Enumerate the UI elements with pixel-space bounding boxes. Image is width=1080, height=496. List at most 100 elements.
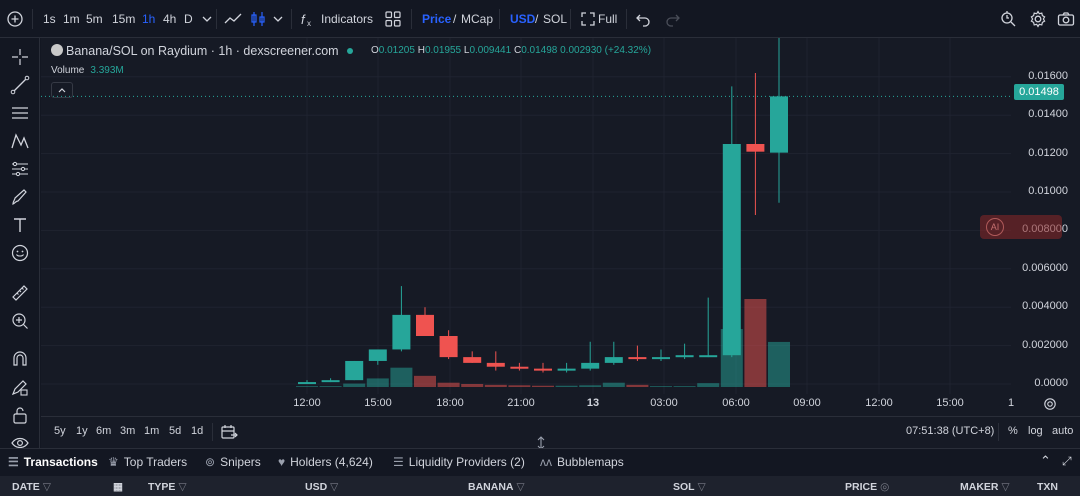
column-date[interactable]: DATE ▽: [12, 481, 51, 493]
candles-icon[interactable]: [248, 9, 268, 29]
crosshair-icon[interactable]: [9, 46, 31, 68]
text-tool-icon[interactable]: [9, 214, 31, 236]
chart-area[interactable]: Banana/SOL on Raydium · 1h · dexscreener…: [41, 38, 1080, 448]
timeframe-5m[interactable]: 5m: [86, 12, 103, 26]
chevron-down-icon[interactable]: [197, 9, 217, 29]
svg-text:f: f: [301, 12, 306, 27]
price-tick-label: 0.006000: [1022, 261, 1068, 274]
trend-line-icon[interactable]: [9, 74, 31, 96]
timeframe-D[interactable]: D: [184, 12, 193, 26]
token-logo-icon: [51, 44, 63, 56]
ruler-icon[interactable]: [9, 282, 31, 304]
range-5y[interactable]: 5y: [54, 425, 66, 437]
auto-scale-toggle[interactable]: auto: [1052, 425, 1073, 437]
candle-body: [746, 144, 765, 152]
range-5d[interactable]: 5d: [169, 425, 181, 437]
timeframe-1s[interactable]: 1s: [43, 12, 56, 26]
range-3m[interactable]: 3m: [120, 425, 135, 437]
price-chart[interactable]: [41, 38, 1080, 394]
toggle-slash: /: [453, 12, 457, 26]
add-symbol-icon[interactable]: [5, 9, 25, 29]
divider: [212, 423, 213, 441]
horizontal-lines-icon[interactable]: [9, 102, 31, 124]
tab-top-traders[interactable]: ♛ Top Traders: [108, 455, 187, 469]
column-banana[interactable]: BANANA ▽: [468, 481, 525, 493]
timeframe-1m[interactable]: 1m: [63, 12, 80, 26]
templates-icon[interactable]: [383, 9, 403, 29]
range-6m[interactable]: 6m: [96, 425, 111, 437]
column-label: TYPE: [148, 481, 176, 493]
usd-toggle[interactable]: USD: [510, 12, 535, 26]
sol-toggle[interactable]: SOL: [543, 12, 567, 26]
projection-icon[interactable]: [9, 158, 31, 180]
timeframe-1h[interactable]: 1h: [142, 12, 155, 26]
tab-liquidity-providers[interactable]: ☰ Liquidity Providers (2): [393, 455, 525, 469]
pencil-lock-icon[interactable]: [9, 376, 31, 398]
range-1m[interactable]: 1m: [144, 425, 159, 437]
time-tick-label: 06:00: [722, 397, 750, 409]
volume-bar: [296, 386, 318, 387]
fullscreen-icon[interactable]: [578, 9, 598, 29]
indicators-button[interactable]: Indicators: [321, 12, 373, 26]
range-1y[interactable]: 1y: [76, 425, 88, 437]
volume-legend: Volume 3.393M: [51, 65, 124, 76]
line-chart-icon[interactable]: [223, 9, 243, 29]
ohlc-values: O0.01205 H0.01955 L0.009441 C0.01498 0.0…: [371, 45, 651, 56]
log-scale-toggle[interactable]: log: [1028, 425, 1043, 437]
mcap-toggle[interactable]: MCap: [461, 12, 493, 26]
volume-bar: [319, 386, 342, 387]
price-settings-icon: ◎: [880, 481, 890, 493]
settings-gear-icon[interactable]: [1028, 9, 1048, 29]
percent-scale-toggle[interactable]: %: [1008, 425, 1018, 437]
column-label: BANANA: [468, 481, 514, 493]
magnet-icon[interactable]: [9, 348, 31, 370]
range-1d[interactable]: 1d: [191, 425, 203, 437]
column-type[interactable]: TYPE ▽: [148, 481, 187, 493]
price-tick-label: 0.01600: [1028, 69, 1068, 82]
quick-search-icon[interactable]: [998, 9, 1018, 29]
chevron-down-icon[interactable]: [268, 9, 288, 29]
snapshot-camera-icon[interactable]: [1056, 9, 1076, 29]
timeframe-15m[interactable]: 15m: [112, 12, 135, 26]
column-maker[interactable]: MAKER ▽: [960, 481, 1010, 493]
time-tick-label: 12:00: [865, 397, 893, 409]
column-txn[interactable]: TXN: [1037, 481, 1058, 493]
fullscreen-button[interactable]: Full: [598, 12, 617, 26]
time-tick-label: 1: [1007, 397, 1015, 409]
expand-panel-icon[interactable]: ⤢: [1062, 454, 1072, 469]
volume-bar: [484, 384, 507, 387]
time-tick-label: 18:00: [436, 397, 464, 409]
high-key: H: [417, 45, 425, 56]
undo-icon[interactable]: [633, 9, 653, 29]
toggle-slash: /: [535, 12, 539, 26]
column-usd[interactable]: USD ▽: [305, 481, 338, 493]
chart-settings-gear-icon[interactable]: [1042, 396, 1058, 412]
column-sol[interactable]: SOL ▽: [673, 481, 706, 493]
redo-icon[interactable]: [663, 9, 683, 29]
tab-holders[interactable]: ♥ Holders (4,624): [278, 455, 373, 469]
candle-body: [298, 382, 316, 385]
pattern-icon[interactable]: [9, 130, 31, 152]
clock-readout[interactable]: 07:51:38 (UTC+8): [906, 425, 994, 437]
price-toggle[interactable]: Price: [422, 12, 451, 26]
list-icon: ☰: [393, 455, 404, 469]
column-price[interactable]: PRICE ◎: [845, 481, 889, 493]
price-tick-label: 0.01400: [1028, 108, 1068, 121]
calendar-icon[interactable]: ▦: [113, 481, 123, 493]
collapse-panel-icon[interactable]: ⌃: [1040, 453, 1051, 469]
go-to-date-icon[interactable]: [220, 423, 238, 441]
zoom-in-icon[interactable]: [9, 310, 31, 332]
emoji-icon[interactable]: [9, 242, 31, 264]
divider: [216, 9, 217, 29]
collapse-legend-button[interactable]: [51, 82, 73, 98]
visibility-eye-icon[interactable]: [9, 432, 31, 448]
ai-assistant-badge[interactable]: AI: [980, 215, 1062, 239]
tab-snipers[interactable]: ⊚ Snipers: [205, 455, 261, 469]
lock-icon[interactable]: [9, 404, 31, 426]
tab-transactions[interactable]: ☰ Transactions: [8, 455, 98, 469]
tab-bubblemaps[interactable]: ᴧᴧ Bubblemaps: [540, 455, 624, 469]
timeframe-4h[interactable]: 4h: [163, 12, 176, 26]
brush-icon[interactable]: [9, 186, 31, 208]
time-axis[interactable]: 12:00 15:00 18:00 21:00 13 03:00 06:00 09:00 12:…: [41, 394, 1080, 416]
indicators-icon[interactable]: fx: [298, 9, 318, 29]
